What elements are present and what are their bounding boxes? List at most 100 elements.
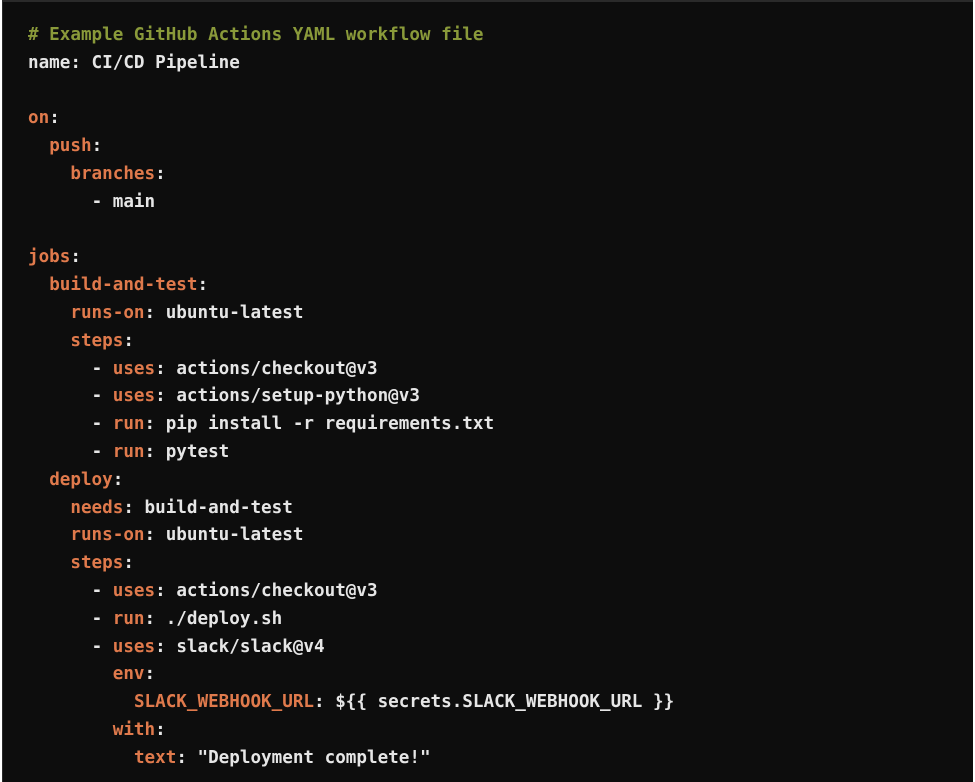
code-line: deploy: [28,467,674,495]
code-token-string: "Deployment complete!" [197,747,431,768]
code-line: build-and-test: [28,272,674,300]
code-token-value: pip install -r requirements.txt [165,414,495,435]
code-token-punct: : [144,302,166,323]
code-line: - run: pip install -r requirements.txt [28,411,674,439]
code-line: jobs: [28,244,674,272]
code-token-punct: : [155,580,177,601]
code-token-punct: : [197,275,209,296]
code-token-punct: : [123,497,145,518]
code-token-value: actions/checkout@v3 [176,358,378,379]
code-line: env: [28,661,674,689]
code-line: - uses: actions/checkout@v3 [28,356,674,384]
code-token-value: pytest [165,441,230,462]
code-token-punct: : [155,719,166,740]
code-token-punct: : [112,469,124,490]
code-token-value: slack/slack@v4 [176,636,325,657]
code-line: # Example GitHub Actions YAML workflow f… [28,22,674,50]
code-token-value: build-and-test [144,497,293,518]
code-token-key: on [28,108,50,129]
code-token-punct: : [314,692,336,713]
code-token-key: run [112,441,145,462]
code-line: with: [28,717,674,745]
code-token-punct: : [144,664,156,685]
code-line: - uses: slack/slack@v4 [28,634,674,662]
code-token-punct: : [155,636,177,657]
code-token-punct: : [144,441,166,462]
code-token-key: steps [70,553,124,574]
code-line: on: [28,105,674,133]
code-token-key: push [49,136,92,157]
code-token-key: text [133,747,177,768]
code-token-value: ubuntu-latest [165,302,304,323]
code-token-punct: : [176,747,198,768]
code-token-punct: - [91,441,113,462]
code-line: text: "Deployment complete!" [28,745,674,773]
code-line: SLACK_WEBHOOK_URL: ${{ secrets.SLACK_WEB… [28,689,674,717]
code-token-value: ${{ secrets.SLACK_WEBHOOK_URL }} [335,692,675,713]
code-line: runs-on: ubuntu-latest [28,300,674,328]
code-token-key: uses [112,636,156,657]
code-token-key: uses [112,580,156,601]
code-token-punct: : [123,553,134,574]
code-token-key: run [112,414,145,435]
code-line: runs-on: ubuntu-latest [28,522,674,550]
code-token-key: run [112,608,145,629]
code-token-punct: - [91,580,113,601]
code-line: - uses: actions/setup-python@v3 [28,383,674,411]
code-token-punct: : [155,386,177,407]
code-token-punct: - [91,358,113,379]
code-line: steps: [28,550,674,578]
code-token-punct: - [91,414,113,435]
code-line: push: [28,133,674,161]
code-token-key: with [112,719,156,740]
code-line: - uses: actions/checkout@v3 [28,578,674,606]
code-token-key: needs [70,497,124,518]
code-line: needs: build-and-test [28,495,674,523]
code-token-punct: : [123,330,134,351]
code-line: name: CI/CD Pipeline [28,50,674,78]
code-token-key: uses [112,358,156,379]
code-token-value: actions/setup-python@v3 [176,386,420,407]
code-token-key: env [112,664,145,685]
code-token-punct: : [49,108,60,129]
code-token-punct: - [91,608,113,629]
code-token-key: branches [70,163,156,184]
code-line: - run: ./deploy.sh [28,606,674,634]
code-line: branches: [28,161,674,189]
code-token-punct: - [91,386,113,407]
code-token-comment: # Example GitHub Actions YAML workflow f… [28,25,484,45]
code-token-punct: : [144,525,166,546]
code-token-value: ./deploy.sh [165,608,283,629]
code-line: - run: pytest [28,439,674,467]
screenshot-frame: # Example GitHub Actions YAML workflow f… [0,0,975,782]
code-token-punct: : [144,608,166,629]
code-token-key: uses [112,386,156,407]
code-token-punct: - [91,636,113,657]
code-token-punct: : [155,163,166,184]
code-line: steps: [28,328,674,356]
code-token-key: runs-on [70,302,145,323]
code-token-key: build-and-test [49,275,198,296]
code-token-key: steps [70,330,124,351]
